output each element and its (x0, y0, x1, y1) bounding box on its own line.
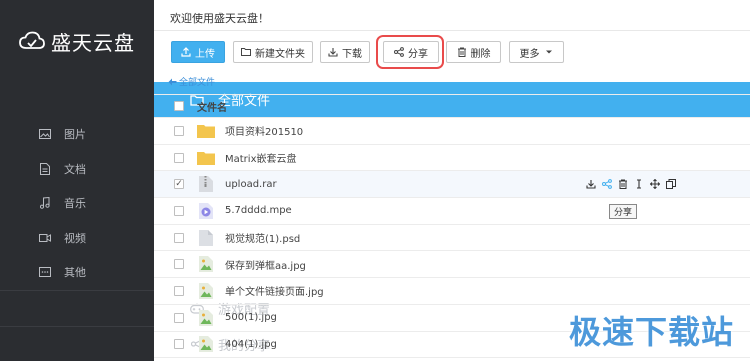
image-file-icon (199, 256, 213, 273)
app-name: 盛天云盘 (51, 30, 135, 55)
watermark: 极速下载站 (568, 313, 734, 351)
folder-outline-icon (241, 48, 251, 56)
row-checkbox[interactable] (174, 339, 184, 350)
app-window: 盛天云盘 全部文件 图片 文档 音乐 视频 其他 游戏配置 我的分享 欢迎使用盛… (0, 0, 750, 361)
image-file-icon (199, 309, 213, 326)
upload-icon (181, 47, 191, 57)
download-label: 下载 (342, 48, 362, 60)
table-row[interactable]: Matrix嵌套云盘 (154, 145, 750, 172)
image-file-icon (199, 282, 213, 299)
file-icon (199, 229, 213, 246)
sidebar-item-music[interactable]: 音乐 (0, 186, 154, 220)
row-checkbox[interactable] (174, 285, 184, 296)
sidebar-divider (0, 326, 154, 327)
download-icon (328, 48, 338, 57)
logo: 盛天云盘 (0, 0, 154, 82)
file-name[interactable]: 500(1).jpg (225, 312, 277, 323)
sidebar-item-label: 音乐 (64, 197, 86, 210)
rename-icon[interactable] (634, 179, 644, 189)
file-name[interactable]: 404(1).jpg (225, 339, 277, 350)
caret-down-icon (545, 50, 552, 54)
download-icon[interactable] (586, 179, 596, 189)
sidebar-item-images[interactable]: 图片 (0, 117, 154, 151)
archive-icon (199, 176, 213, 193)
video-icon (38, 231, 52, 245)
row-checkbox[interactable] (174, 259, 184, 270)
breadcrumb-all-files[interactable]: 全部文件 (179, 75, 215, 88)
table-row[interactable]: 单个文件链接页面.jpg (154, 278, 750, 305)
new-folder-button[interactable]: 新建文件夹 (233, 41, 313, 63)
share-button-highlight (376, 35, 444, 69)
new-folder-label: 新建文件夹 (255, 48, 305, 60)
column-header-filename: 文件名 (197, 102, 227, 114)
select-all-checkbox[interactable] (174, 101, 184, 111)
more-label: 更多 (519, 48, 540, 60)
back-arrow-icon (168, 78, 177, 85)
file-name[interactable]: 项目资料201510 (225, 123, 303, 138)
folder-icon (197, 124, 215, 138)
breadcrumb[interactable]: 全部文件 (168, 75, 215, 88)
header-divider (154, 30, 750, 31)
file-name[interactable]: 5.7dddd.mpe (225, 205, 292, 216)
move-icon[interactable] (650, 179, 660, 190)
file-name[interactable]: 视觉规范(1).psd (225, 230, 300, 245)
table-row[interactable]: 视觉规范(1).psd (154, 225, 750, 252)
table-row[interactable]: 5.7dddd.mpe (154, 198, 750, 225)
file-name[interactable]: 单个文件链接页面.jpg (225, 283, 324, 298)
folder-icon (197, 151, 215, 165)
welcome-text: 欢迎使用盛天云盘！ (170, 12, 269, 25)
sidebar-item-label: 图片 (64, 128, 86, 141)
cloud-logo-icon (19, 31, 45, 49)
table-row[interactable]: 项目资料201510 (154, 118, 750, 145)
delete-button[interactable]: 删除 (446, 41, 501, 63)
video-file-icon (199, 202, 213, 219)
delete-label: 删除 (470, 48, 491, 60)
trash-icon (457, 47, 466, 57)
image-icon (38, 127, 52, 141)
row-checkbox[interactable] (174, 125, 184, 136)
table-row[interactable]: 保存到弹框aa.jpg (154, 251, 750, 279)
other-icon (38, 265, 52, 279)
sidebar-item-other[interactable]: 其他 (0, 255, 154, 289)
download-button[interactable]: 下载 (320, 41, 370, 63)
row-checkbox[interactable] (174, 152, 184, 163)
sidebar-item-label: 视频 (64, 231, 86, 245)
upload-label: 上传 (195, 48, 215, 60)
share-icon[interactable] (602, 179, 612, 190)
table-row[interactable]: ✓ upload.rar (154, 171, 750, 199)
music-icon (38, 196, 52, 210)
copy-icon[interactable] (666, 179, 676, 190)
upload-button[interactable]: 上传 (171, 41, 225, 63)
sidebar-item-documents[interactable]: 文档 (0, 151, 154, 186)
row-checkbox[interactable]: ✓ (174, 179, 184, 190)
main-content: 欢迎使用盛天云盘！ 上传 新建文件夹 下载 分享 删除 更多 全部文件 文件名 … (154, 0, 750, 361)
share-tooltip: 分享 (609, 204, 638, 219)
row-checkbox[interactable] (174, 312, 184, 323)
row-actions (586, 179, 676, 190)
document-icon (38, 162, 52, 176)
sidebar-item-label: 其他 (64, 266, 86, 279)
trash-icon[interactable] (618, 179, 628, 190)
more-button[interactable]: 更多 (509, 41, 564, 63)
row-checkbox[interactable] (174, 205, 184, 216)
sidebar-divider (0, 290, 154, 291)
file-name[interactable]: 保存到弹框aa.jpg (225, 257, 306, 272)
image-file-icon (199, 336, 213, 353)
file-name[interactable]: Matrix嵌套云盘 (225, 150, 296, 165)
file-name[interactable]: upload.rar (225, 179, 277, 190)
table-header: 文件名 (154, 94, 750, 118)
row-checkbox[interactable] (174, 232, 184, 243)
sidebar: 盛天云盘 全部文件 图片 文档 音乐 视频 其他 游戏配置 我的分享 (0, 0, 750, 361)
sidebar-item-label: 文档 (64, 162, 86, 176)
sidebar-item-videos[interactable]: 视频 (0, 220, 154, 255)
